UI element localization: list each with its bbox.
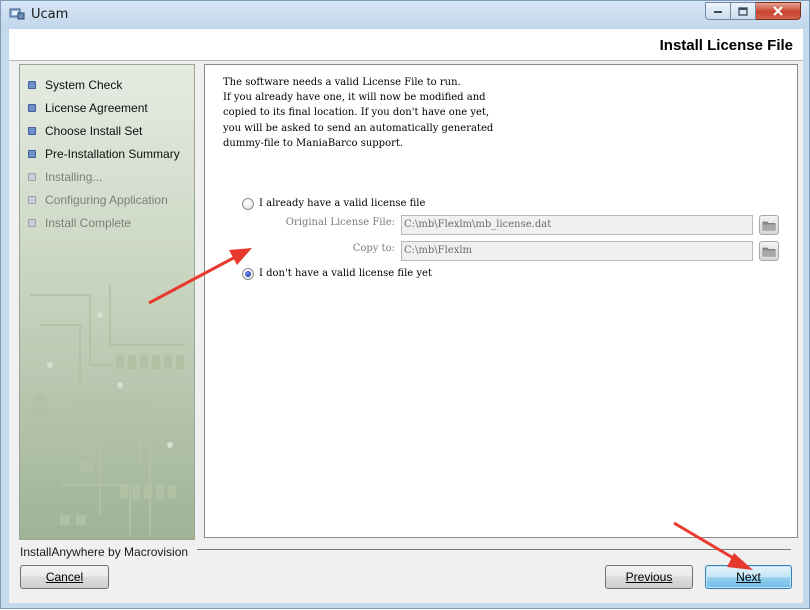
step-label: Pre-Installation Summary — [45, 146, 180, 161]
step-done-bullet-icon — [28, 127, 36, 135]
no-license-radio[interactable] — [242, 268, 254, 280]
folder-icon — [762, 221, 776, 231]
window-controls — [705, 2, 801, 21]
step-pre-installation-summary: Pre-Installation Summary — [28, 142, 180, 165]
next-button-label: Next — [736, 570, 761, 584]
step-label: License Agreement — [45, 100, 148, 115]
original-license-file-label: Original License File: — [285, 217, 395, 228]
step-configuring-application: Configuring Application — [28, 188, 180, 211]
license-content-panel: The software needs a valid License File … — [204, 64, 798, 538]
step-choose-install-set: Choose Install Set — [28, 119, 180, 142]
step-done-bullet-icon — [28, 150, 36, 158]
step-system-check: System Check — [28, 73, 180, 96]
minimize-button[interactable] — [705, 2, 731, 20]
previous-button-label: Previous — [625, 570, 673, 584]
no-license-label[interactable]: I don't have a valid license file yet — [259, 268, 432, 279]
installanywhere-brand: InstallAnywhere by Macrovision — [20, 545, 189, 559]
window-title: Ucam — [31, 7, 69, 22]
cancel-button[interactable]: Cancel — [20, 565, 109, 589]
intro-line: The software needs a valid License File … — [223, 77, 461, 88]
header-band: Install License File — [9, 29, 803, 61]
intro-text: The software needs a valid License File … — [223, 75, 493, 151]
close-icon — [773, 6, 783, 16]
intro-line: dummy-file to ManiaBarco support. — [223, 137, 404, 149]
folder-icon — [762, 247, 776, 257]
browse-copy-to-button[interactable] — [759, 241, 779, 261]
step-pending-bullet-icon — [28, 219, 36, 227]
title-bar[interactable]: Ucam — [1, 1, 809, 29]
step-label: Configuring Application — [45, 192, 168, 207]
step-label: System Check — [45, 77, 123, 92]
copy-to-field[interactable]: C:\mb\Flexlm — [401, 241, 753, 261]
step-done-bullet-icon — [28, 81, 36, 89]
step-pending-bullet-icon — [28, 173, 36, 181]
maximize-button[interactable] — [731, 2, 756, 20]
installer-window: Ucam Install License File System Check L… — [0, 0, 810, 609]
step-install-complete: Install Complete — [28, 211, 180, 234]
step-list: System Check License Agreement Choose In… — [28, 73, 180, 234]
step-installing: Installing... — [28, 165, 180, 188]
step-license-agreement: License Agreement — [28, 96, 180, 119]
close-button[interactable] — [756, 2, 801, 20]
step-pending-bullet-icon — [28, 196, 36, 204]
app-icon — [9, 8, 25, 20]
have-license-label[interactable]: I already have a valid license file — [259, 198, 425, 209]
step-done-bullet-icon — [28, 104, 36, 112]
step-label: Installing... — [45, 169, 103, 184]
previous-button[interactable]: Previous — [605, 565, 693, 589]
intro-line: If you already have one, it will now be … — [223, 92, 486, 104]
cancel-button-label: Cancel — [45, 570, 84, 584]
page-title: Install License File — [659, 37, 793, 54]
step-label: Choose Install Set — [45, 123, 143, 138]
maximize-icon — [738, 6, 748, 16]
intro-line: you will be asked to send an automatical… — [223, 122, 494, 134]
original-license-file-field[interactable]: C:\mb\Flexlm\mb_license.dat — [401, 215, 753, 235]
step-label: Install Complete — [45, 215, 132, 230]
footer-divider — [197, 549, 791, 550]
have-license-radio[interactable] — [242, 198, 254, 210]
copy-to-label: Copy to: — [352, 243, 395, 254]
next-button[interactable]: Next — [705, 565, 792, 589]
minimize-icon — [714, 11, 722, 13]
steps-sidebar: System Check License Agreement Choose In… — [19, 64, 195, 540]
intro-line: copied to its final location. If you don… — [223, 107, 490, 119]
browse-original-license-button[interactable] — [759, 215, 779, 235]
installer-client-area: Install License File System Check Licens… — [9, 29, 803, 603]
